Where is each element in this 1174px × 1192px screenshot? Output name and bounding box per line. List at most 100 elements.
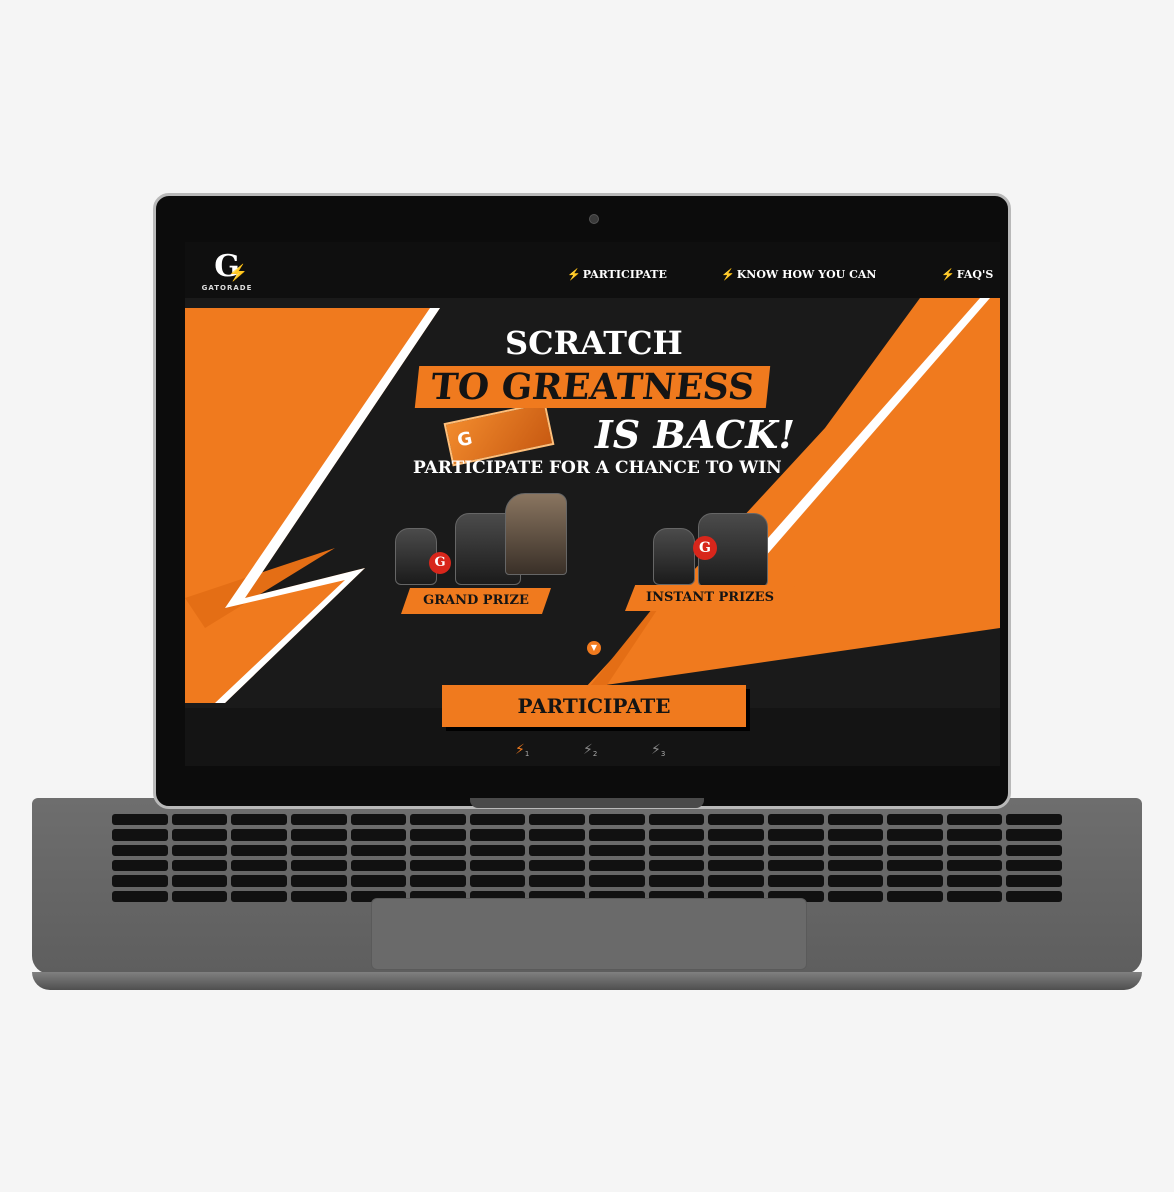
keyboard-key [529, 814, 585, 826]
keyboard-key [290, 814, 347, 826]
hero-title-line1: SCRATCH [505, 324, 683, 362]
keyboard-key [112, 829, 168, 841]
keyboard-key [827, 829, 884, 841]
step-3[interactable]: ⚡3 [651, 742, 665, 758]
keyboard-key [589, 875, 645, 887]
nav-label: KNOW HOW YOU CAN [736, 268, 877, 281]
keyboard-key [171, 875, 228, 887]
keyboard-key [946, 875, 1003, 887]
scroll-down-icon[interactable]: ▼ [587, 641, 601, 655]
keyboard-key [827, 844, 884, 856]
keyboard-key [112, 814, 168, 826]
keyboard-key [1006, 814, 1062, 826]
bolt-icon: ⚡ [515, 742, 525, 758]
laptop-keyboard [112, 814, 1062, 902]
keyboard-key [767, 844, 824, 856]
bolt-icon: ⚡ [583, 742, 593, 758]
step-1[interactable]: ⚡1 [515, 742, 529, 758]
gatorade-logo[interactable]: G ⚡ GATORADE [201, 252, 253, 293]
keyboard-key [887, 875, 943, 887]
keyboard-key [350, 814, 407, 826]
hero-title-line3: IS BACK! [595, 412, 796, 457]
keyboard-key [1006, 829, 1062, 841]
logo-mark: G ⚡ [210, 252, 248, 283]
keyboard-key [827, 859, 884, 872]
keyboard-key [469, 875, 526, 887]
keyboard-key [827, 890, 884, 902]
keyboard-key [112, 890, 168, 902]
keyboard-key [767, 859, 824, 872]
instant-prizes-label[interactable]: INSTANT PRIZES [625, 585, 795, 611]
keyboard-key [946, 890, 1003, 902]
keyboard-key [469, 814, 526, 826]
keyboard-key [1006, 875, 1062, 887]
keyboard-key [112, 844, 168, 856]
keyboard-key [231, 829, 287, 841]
bolt-icon: ⚡ [651, 742, 661, 758]
laptop-trackpad [371, 898, 807, 970]
keyboard-key [290, 844, 347, 856]
keyboard-key [410, 875, 466, 887]
laptop-hinge [470, 798, 704, 808]
keyboard-key [767, 814, 824, 826]
keyboard-key [350, 859, 407, 872]
keyboard-key [1006, 890, 1062, 902]
hero-banner: G SCRATCH TO GREATNESS IS BACK! PARTICIP… [185, 298, 1000, 708]
keyboard-key [708, 859, 764, 872]
keyboard-key [1006, 859, 1062, 872]
keyboard-key [529, 875, 585, 887]
keyboard-key [767, 829, 824, 841]
keyboard-key [648, 814, 705, 826]
keyboard-key [290, 859, 347, 872]
keyboard-key [529, 844, 585, 856]
gatorade-g-icon: G [455, 427, 475, 452]
gatorade-bottle-icon: G [429, 552, 451, 574]
keyboard-key [648, 859, 705, 872]
gatorade-bottle-icon: G [693, 536, 717, 560]
laptop-screen: G ⚡ GATORADE ⚡ PARTICIPATE ⚡ KNOW HOW YOU C… [185, 242, 1000, 766]
keyboard-key [290, 875, 347, 887]
step-number: 3 [660, 750, 666, 758]
keyboard-key [887, 829, 943, 841]
step-2[interactable]: ⚡2 [583, 742, 597, 758]
keyboard-key [410, 829, 466, 841]
keyboard-key [171, 890, 228, 902]
keyboard-key [648, 875, 705, 887]
hero-subtitle: PARTICIPATE FOR A CHANCE TO WIN [413, 458, 782, 478]
keyboard-key [708, 875, 764, 887]
keyboard-key [469, 829, 526, 841]
bolt-icon: ⚡ [567, 268, 581, 281]
keyboard-key [529, 859, 585, 872]
keyboard-key [708, 814, 764, 826]
keyboard-key [708, 829, 764, 841]
equipment-image [505, 493, 567, 575]
hero-title-line2: TO GREATNESS [414, 366, 771, 408]
keyboard-key [231, 859, 287, 872]
keyboard-key [231, 890, 287, 902]
keyboard-key [350, 875, 407, 887]
keyboard-key [827, 814, 884, 826]
keyboard-key [708, 844, 764, 856]
site-header: G ⚡ GATORADE ⚡ PARTICIPATE ⚡ KNOW HOW YOU C… [185, 242, 1000, 298]
keyboard-key [648, 844, 705, 856]
grand-prize-label[interactable]: GRAND PRIZE [401, 588, 551, 614]
keyboard-key [529, 829, 585, 841]
participate-button[interactable]: PARTICIPATE [442, 685, 746, 727]
keyboard-key [767, 875, 824, 887]
keyboard-key [231, 844, 287, 856]
keyboard-key [410, 814, 466, 826]
nav-faqs[interactable]: ⚡ FAQ'S [941, 268, 993, 281]
keyboard-key [469, 859, 526, 872]
step-number: 2 [592, 750, 598, 758]
keyboard-key [589, 844, 645, 856]
nav-participate[interactable]: ⚡ PARTICIPATE [567, 268, 667, 281]
keyboard-key [887, 859, 943, 872]
keyboard-key [290, 829, 347, 841]
keyboard-key [589, 814, 645, 826]
keyboard-key [887, 844, 943, 856]
keyboard-key [231, 875, 287, 887]
keyboard-key [112, 875, 168, 887]
nav-know-how-you-can[interactable]: ⚡ KNOW HOW YOU CAN [721, 268, 876, 281]
bolt-icon: ⚡ [721, 268, 735, 281]
nav-label: FAQ'S [956, 268, 994, 281]
